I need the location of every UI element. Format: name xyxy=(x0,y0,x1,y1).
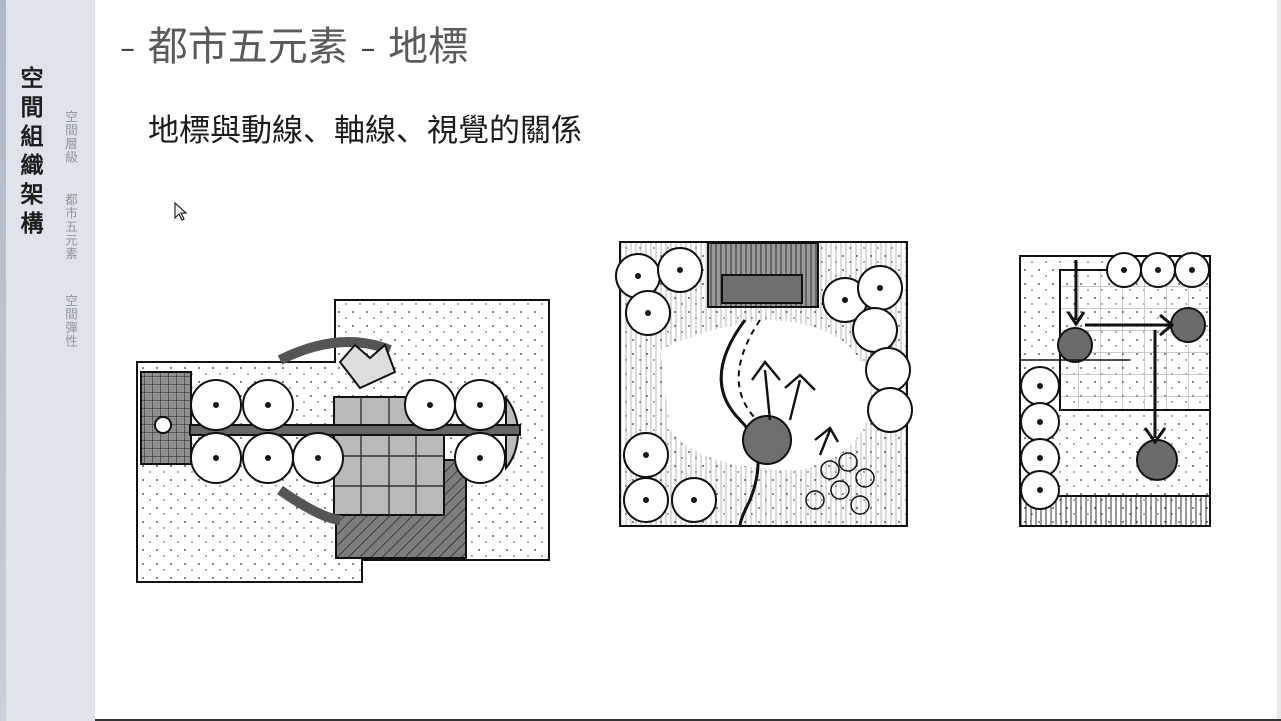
landmark-view-plan xyxy=(1019,252,1211,527)
mouse-pointer-icon xyxy=(174,201,188,226)
sketch-figures xyxy=(136,241,1211,583)
landmark-axis-plan xyxy=(136,299,550,583)
window-right-edge xyxy=(1277,0,1281,721)
landmark-path-plan xyxy=(615,241,913,527)
